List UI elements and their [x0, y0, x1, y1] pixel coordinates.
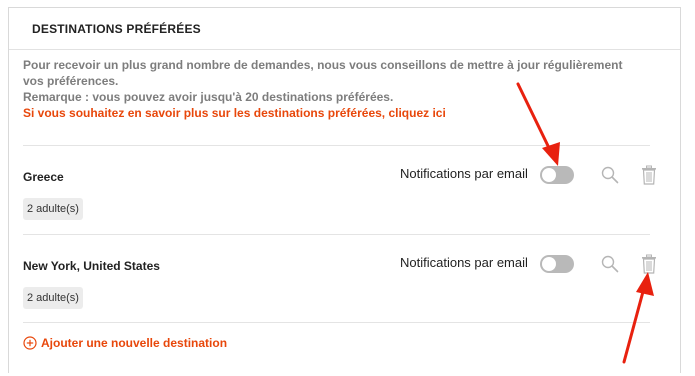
magnifier-icon[interactable]: [601, 255, 619, 273]
email-notifications-label: Notifications par email: [400, 255, 528, 270]
add-destination-button[interactable]: Ajouter une nouvelle destination: [23, 336, 227, 350]
panel-title: DESTINATIONS PRÉFÉRÉES: [32, 22, 201, 36]
panel-header: DESTINATIONS PRÉFÉRÉES: [9, 8, 680, 50]
toggle-knob: [542, 168, 556, 182]
intro-text: Pour recevoir un plus grand nombre de de…: [23, 57, 643, 121]
add-destination-label: Ajouter une nouvelle destination: [41, 336, 228, 350]
destination-row: Greece 2 adulte(s) Notifications par ema…: [23, 145, 656, 234]
destination-name: Greece: [23, 170, 64, 184]
intro-line-1: Pour recevoir un plus grand nombre de de…: [23, 58, 623, 88]
travelers-badge: 2 adulte(s): [23, 287, 83, 309]
magnifier-icon[interactable]: [601, 166, 619, 184]
destination-name: New York, United States: [23, 259, 160, 273]
trash-icon[interactable]: [641, 254, 657, 274]
plus-circle-icon: [23, 336, 37, 350]
learn-more-link[interactable]: Si vous souhaitez en savoir plus sur les…: [23, 105, 643, 121]
toggle-knob: [542, 257, 556, 271]
email-notifications-label: Notifications par email: [400, 166, 528, 181]
divider: [23, 322, 650, 323]
travelers-badge: 2 adulte(s): [23, 198, 83, 220]
destination-row: New York, United States 2 adulte(s) Noti…: [23, 234, 656, 322]
email-notifications-toggle[interactable]: [540, 166, 574, 184]
email-notifications-toggle[interactable]: [540, 255, 574, 273]
trash-icon[interactable]: [641, 165, 657, 185]
intro-line-2: Remarque : vous pouvez avoir jusqu'à 20 …: [23, 90, 394, 104]
